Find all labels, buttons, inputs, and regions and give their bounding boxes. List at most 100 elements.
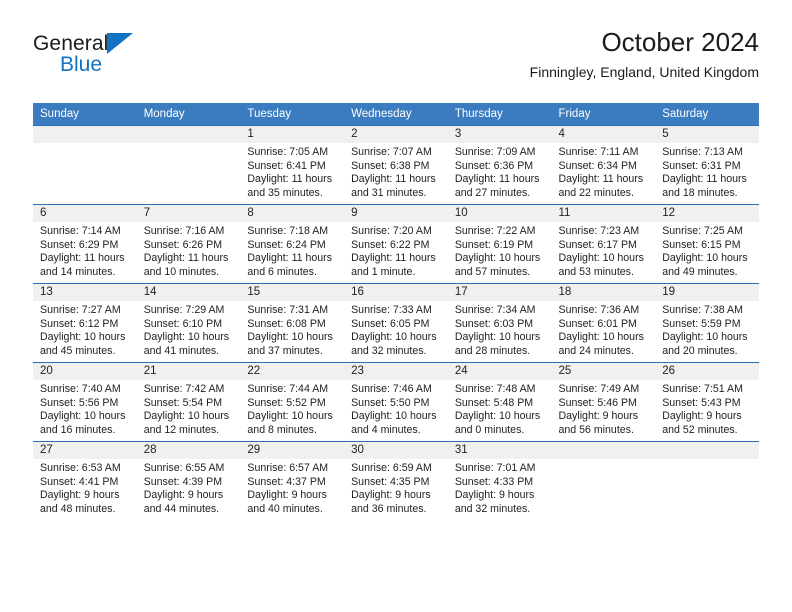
calendar-day-cell[interactable]: 7 Sunrise: 7:16 AM Sunset: 6:26 PM Daylight… — [136, 204, 241, 284]
day-number: 18 — [551, 284, 656, 301]
calendar-day-cell[interactable]: 5 Sunrise: 7:13 AM Sunset: 6:31 PM Daylight… — [655, 125, 759, 205]
triangle-icon — [107, 33, 134, 54]
calendar-body: 1 Sunrise: 7:05 AM Sunset: 6:41 PM Daylight… — [33, 125, 759, 520]
calendar-day-cell[interactable]: 22 Sunrise: 7:44 AM Sunset: 5:52 PM Dayligh… — [240, 362, 345, 442]
sunrise-text: Sunrise: 7:31 AM — [247, 304, 329, 316]
sunrise-sunset-calendar: Sunday Monday Tuesday Wednesday Thursday… — [33, 103, 759, 520]
daylight-text: Daylight: 9 hours and 48 minutes. — [40, 489, 120, 515]
day-cell-inner: 5 Sunrise: 7:13 AM Sunset: 6:31 PM Daylight… — [655, 126, 759, 204]
sunset-text: Sunset: 6:34 PM — [558, 159, 637, 172]
sunrise-text: Sunrise: 7:13 AM — [662, 146, 743, 158]
daylight-text: Daylight: 10 hours and 28 minutes. — [454, 331, 541, 357]
calendar-day-cell[interactable]: 17 Sunrise: 7:34 AM Sunset: 6:03 PM Dayligh… — [447, 283, 552, 363]
day-cell-details: Sunrise: 7:36 AM Sunset: 6:01 PM Daylight:… — [552, 301, 656, 358]
calendar-day-cell[interactable]: 3 Sunrise: 7:09 AM Sunset: 6:36 PM Daylight… — [447, 125, 552, 205]
daylight-text: Daylight: 10 hours and 37 minutes. — [247, 331, 333, 357]
day-cell-inner: 4 Sunrise: 7:11 AM Sunset: 6:34 PM Daylight… — [551, 126, 656, 204]
brand-name-blue: Blue — [60, 53, 103, 76]
sunrise-text: Sunrise: 7:33 AM — [351, 304, 432, 316]
calendar-day-cell[interactable]: 28 Sunrise: 6:55 AM Sunset: 4:39 PM Dayligh… — [136, 441, 241, 520]
calendar-week-row: 1 Sunrise: 7:05 AM Sunset: 6:41 PM Daylight… — [33, 125, 759, 205]
daylight-text: Daylight: 11 hours and 22 minutes. — [558, 173, 644, 199]
day-cell-inner: 27 Sunrise: 6:53 AM Sunset: 4:41 PM Dayligh… — [33, 442, 137, 520]
daylight-text: Daylight: 11 hours and 35 minutes. — [247, 173, 333, 199]
sunrise-text: Sunrise: 7:34 AM — [454, 304, 536, 316]
calendar-day-cell[interactable]: 14 Sunrise: 7:29 AM Sunset: 6:10 PM Dayligh… — [136, 283, 241, 363]
weekday-header-sunday: Sunday — [33, 103, 137, 126]
calendar-day-cell[interactable]: 6 Sunrise: 7:14 AM Sunset: 6:29 PM Daylight… — [33, 204, 137, 284]
calendar-day-cell[interactable]: 10 Sunrise: 7:22 AM Sunset: 6:19 PM Dayligh… — [447, 204, 552, 284]
day-cell-inner: 10 Sunrise: 7:22 AM Sunset: 6:19 PM Dayligh… — [447, 205, 552, 283]
day-number: 3 — [447, 126, 552, 143]
day-number: 23 — [344, 363, 448, 380]
calendar-day-cell[interactable]: 24 Sunrise: 7:48 AM Sunset: 5:48 PM Dayligh… — [447, 362, 552, 442]
sunrise-text: Sunrise: 7:07 AM — [351, 146, 432, 158]
sunset-text: Sunset: 4:39 PM — [143, 475, 223, 488]
calendar-day-cell[interactable]: 23 Sunrise: 7:46 AM Sunset: 5:50 PM Dayligh… — [344, 362, 448, 442]
daylight-text: Daylight: 10 hours and 20 minutes. — [662, 331, 748, 357]
daylight-text: Daylight: 11 hours and 14 minutes. — [40, 252, 125, 278]
sunset-text: Sunset: 6:12 PM — [40, 317, 119, 330]
page-subtitle: Finningley, England, United Kingdom — [529, 64, 759, 80]
calendar-day-cell[interactable]: 16 Sunrise: 7:33 AM Sunset: 6:05 PM Dayligh… — [344, 283, 448, 363]
daylight-text: Daylight: 11 hours and 18 minutes. — [662, 173, 747, 199]
calendar-day-cell[interactable]: 9 Sunrise: 7:20 AM Sunset: 6:22 PM Daylight… — [344, 204, 448, 284]
daylight-text: Daylight: 9 hours and 40 minutes. — [247, 489, 327, 515]
weekday-header-saturday: Saturday — [655, 103, 759, 126]
daylight-text: Daylight: 9 hours and 52 minutes. — [662, 410, 742, 436]
calendar-day-cell[interactable]: 1 Sunrise: 7:05 AM Sunset: 6:41 PM Daylight… — [240, 125, 345, 205]
sunset-text: Sunset: 5:56 PM — [40, 396, 119, 409]
day-cell-details: Sunrise: 7:16 AM Sunset: 6:26 PM Daylight:… — [137, 222, 241, 279]
day-number: 8 — [240, 205, 345, 222]
sunset-text: Sunset: 5:43 PM — [662, 396, 741, 409]
calendar-day-cell[interactable]: 12 Sunrise: 7:25 AM Sunset: 6:15 PM Dayligh… — [655, 204, 759, 284]
day-cell-inner: 16 Sunrise: 7:33 AM Sunset: 6:05 PM Dayligh… — [344, 284, 448, 362]
daylight-text: Daylight: 10 hours and 8 minutes. — [247, 410, 333, 436]
calendar-day-cell[interactable]: 18 Sunrise: 7:36 AM Sunset: 6:01 PM Dayligh… — [551, 283, 656, 363]
day-number: 19 — [655, 284, 759, 301]
sunrise-text: Sunrise: 7:27 AM — [40, 304, 121, 316]
general-blue-logo[interactable]: General Blue — [33, 32, 233, 88]
calendar-day-cell[interactable]: 21 Sunrise: 7:42 AM Sunset: 5:54 PM Dayligh… — [136, 362, 241, 442]
day-number: 11 — [551, 205, 656, 222]
calendar-day-cell[interactable]: 11 Sunrise: 7:23 AM Sunset: 6:17 PM Dayligh… — [551, 204, 656, 284]
sunrise-text: Sunrise: 7:40 AM — [40, 383, 121, 395]
calendar-day-cell[interactable]: 30 Sunrise: 6:59 AM Sunset: 4:35 PM Dayligh… — [344, 441, 448, 520]
calendar-day-cell[interactable]: 31 Sunrise: 7:01 AM Sunset: 4:33 PM Dayligh… — [447, 441, 552, 520]
day-cell-details: Sunrise: 7:33 AM Sunset: 6:05 PM Daylight:… — [344, 301, 448, 358]
day-cell-details: Sunrise: 7:34 AM Sunset: 6:03 PM Daylight:… — [448, 301, 552, 358]
calendar-day-cell[interactable]: 8 Sunrise: 7:18 AM Sunset: 6:24 PM Daylight… — [240, 204, 345, 284]
calendar-day-cell[interactable]: 20 Sunrise: 7:40 AM Sunset: 5:56 PM Dayligh… — [33, 362, 137, 442]
calendar-day-cell[interactable]: 13 Sunrise: 7:27 AM Sunset: 6:12 PM Dayligh… — [33, 283, 137, 363]
day-cell-inner: 15 Sunrise: 7:31 AM Sunset: 6:08 PM Dayligh… — [240, 284, 345, 362]
calendar-day-cell[interactable]: 15 Sunrise: 7:31 AM Sunset: 6:08 PM Dayligh… — [240, 283, 345, 363]
day-cell-inner: 14 Sunrise: 7:29 AM Sunset: 6:10 PM Dayligh… — [136, 284, 241, 362]
sunset-text: Sunset: 5:54 PM — [143, 396, 223, 409]
calendar-day-cell[interactable]: 2 Sunrise: 7:07 AM Sunset: 6:38 PM Daylight… — [344, 125, 448, 205]
sunset-text: Sunset: 4:33 PM — [454, 475, 534, 488]
day-number: 26 — [655, 363, 759, 380]
day-number: 10 — [447, 205, 552, 222]
calendar-day-cell[interactable]: 26 Sunrise: 7:51 AM Sunset: 5:43 PM Dayligh… — [655, 362, 759, 442]
day-cell-details: Sunrise: 7:49 AM Sunset: 5:46 PM Daylight:… — [552, 380, 656, 437]
day-cell-inner: 28 Sunrise: 6:55 AM Sunset: 4:39 PM Dayligh… — [136, 442, 241, 520]
day-cell-inner: 8 Sunrise: 7:18 AM Sunset: 6:24 PM Daylight… — [240, 205, 345, 283]
calendar-day-cell-empty — [136, 125, 241, 205]
sunrise-text: Sunrise: 7:51 AM — [662, 383, 743, 395]
weekday-header-tuesday: Tuesday — [240, 103, 345, 126]
daylight-text: Daylight: 10 hours and 24 minutes. — [558, 331, 644, 357]
sunset-text: Sunset: 6:05 PM — [351, 317, 430, 330]
calendar-day-cell[interactable]: 4 Sunrise: 7:11 AM Sunset: 6:34 PM Daylight… — [551, 125, 656, 205]
day-cell-inner: 17 Sunrise: 7:34 AM Sunset: 6:03 PM Dayligh… — [447, 284, 552, 362]
calendar-day-cell[interactable]: 25 Sunrise: 7:49 AM Sunset: 5:46 PM Dayligh… — [551, 362, 656, 442]
sunset-text: Sunset: 6:17 PM — [558, 238, 637, 251]
day-cell-inner: 1 Sunrise: 7:05 AM Sunset: 6:41 PM Daylight… — [240, 126, 345, 204]
day-cell-inner: 12 Sunrise: 7:25 AM Sunset: 6:15 PM Dayligh… — [655, 205, 759, 283]
calendar-day-cell[interactable]: 29 Sunrise: 6:57 AM Sunset: 4:37 PM Dayligh… — [240, 441, 345, 520]
daylight-text: Daylight: 9 hours and 32 minutes. — [454, 489, 535, 515]
sunrise-text: Sunrise: 7:36 AM — [558, 304, 640, 316]
calendar-day-cell[interactable]: 19 Sunrise: 7:38 AM Sunset: 5:59 PM Dayligh… — [655, 283, 759, 363]
sunset-text: Sunset: 6:03 PM — [454, 317, 534, 330]
calendar-day-cell[interactable]: 27 Sunrise: 6:53 AM Sunset: 4:41 PM Dayligh… — [33, 441, 137, 520]
day-number: 30 — [344, 442, 448, 459]
